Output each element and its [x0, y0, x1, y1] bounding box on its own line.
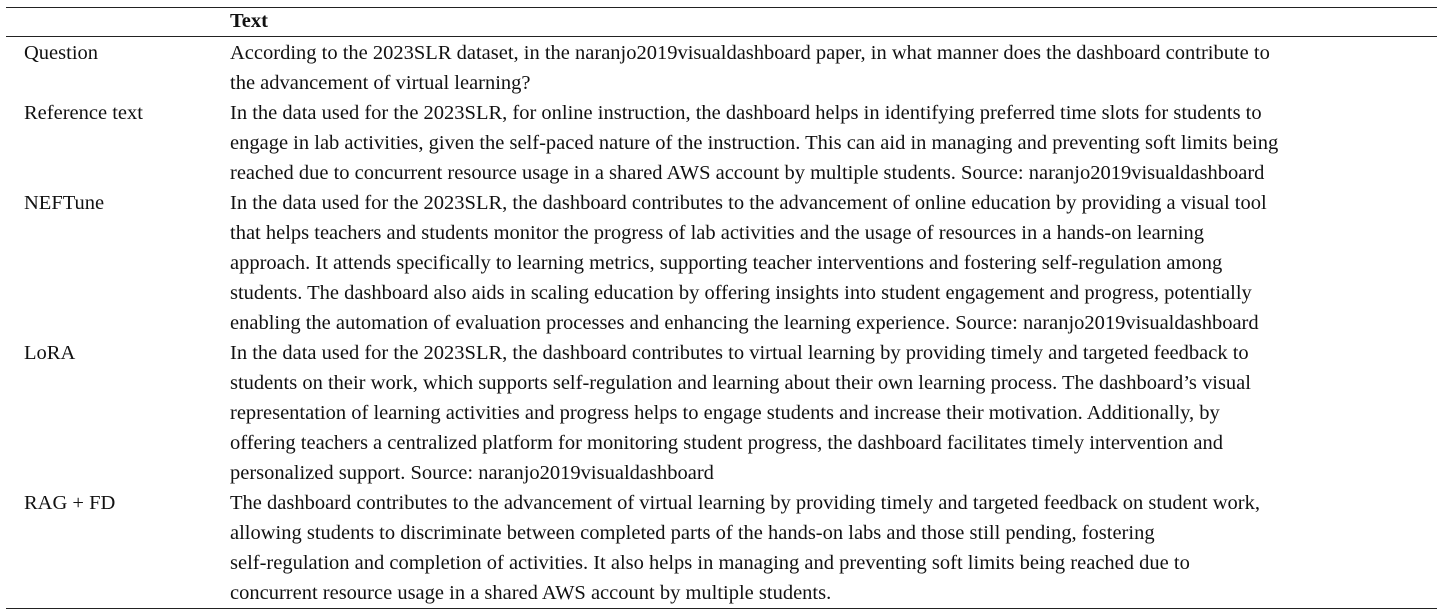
text-line: approach. It attends specifically to lea… [230, 252, 1223, 274]
text-line: offering teachers a centralized platform… [230, 432, 1223, 454]
row-text: The dashboard contributes to the advance… [230, 488, 1430, 608]
row-text: According to the 2023SLR dataset, in the… [230, 38, 1430, 98]
text-line: In the data used for the 2023SLR, the da… [230, 342, 1249, 364]
table-top-rule [6, 7, 1437, 8]
text-line: engage in lab activities, given the self… [230, 132, 1279, 154]
text-line: The dashboard contributes to the advance… [230, 492, 1261, 514]
table-body: Question According to the 2023SLR dataset… [6, 38, 1437, 608]
table-header-rule [6, 36, 1437, 37]
table-row: RAG + FD The dashboard contributes to the… [6, 488, 1437, 608]
column-header-text: Text [230, 10, 268, 32]
row-label: RAG + FD [24, 492, 116, 514]
row-label: Question [24, 42, 99, 64]
row-text: In the data used for the 2023SLR, the da… [230, 188, 1430, 338]
text-line: self-regulation and completion of activi… [230, 552, 1190, 574]
row-text: In the data used for the 2023SLR, for on… [230, 98, 1430, 188]
text-line: allowing students to discriminate betwee… [230, 522, 1155, 544]
table-row: LoRA In the data used for the 2023SLR, th… [6, 338, 1437, 488]
text-line: students on their work, which supports s… [230, 372, 1251, 394]
text-line: personalized support. Source: naranjo201… [230, 462, 714, 484]
row-label: Reference text [24, 102, 143, 124]
text-line: reached due to concurrent resource usage… [230, 162, 1265, 184]
table-row: Reference text In the data used for the 2… [6, 98, 1437, 188]
row-text: In the data used for the 2023SLR, the da… [230, 338, 1430, 488]
text-line: that helps teachers and students monitor… [230, 222, 1205, 244]
row-label: LoRA [24, 342, 76, 364]
text-line: In the data used for the 2023SLR, the da… [230, 192, 1267, 214]
row-label: NEFTune [24, 192, 105, 214]
table-bottom-rule [6, 608, 1437, 609]
table-row: NEFTune In the data used for the 2023SLR,… [6, 188, 1437, 338]
table-row: Question According to the 2023SLR dataset… [6, 38, 1437, 98]
text-line: the advancement of virtual learning? [230, 72, 531, 94]
text-line: According to the 2023SLR dataset, in the… [230, 42, 1270, 64]
text-line: enabling the automation of evaluation pr… [230, 312, 1259, 334]
text-line: representation of learning activities an… [230, 402, 1220, 424]
text-line: In the data used for the 2023SLR, for on… [230, 102, 1262, 124]
text-line: concurrent resource usage in a shared AW… [230, 582, 832, 604]
text-line: students. The dashboard also aids in sca… [230, 282, 1252, 304]
